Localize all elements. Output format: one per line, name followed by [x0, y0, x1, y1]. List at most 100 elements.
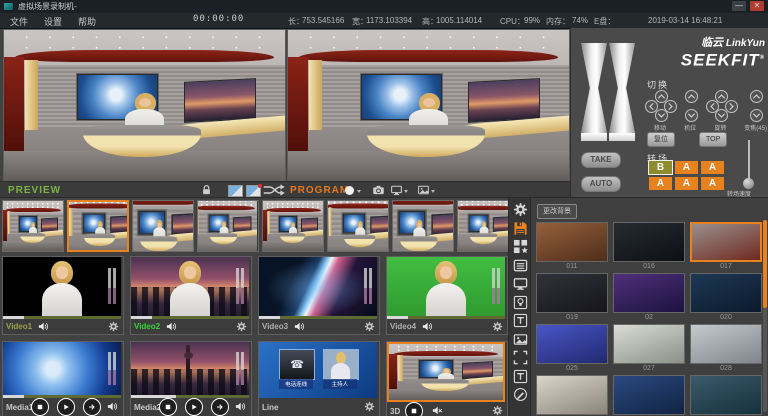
subtitle-icon[interactable] [513, 369, 528, 384]
reset-button[interactable]: 复位 [647, 132, 675, 147]
play-button[interactable] [57, 398, 75, 416]
volume-icon[interactable] [234, 401, 246, 412]
line-panel[interactable]: ☎ 电话连线 主持人 Line [258, 341, 380, 416]
program-monitor[interactable] [287, 29, 570, 182]
display-output-icon[interactable] [390, 184, 403, 196]
phone-call-box[interactable]: ☎ [279, 349, 315, 380]
settings-icon[interactable] [513, 202, 528, 217]
rotate-dpad[interactable] [706, 90, 736, 120]
host-box[interactable] [323, 349, 359, 380]
transition-tile[interactable]: A [701, 161, 724, 174]
scene-thumb[interactable]: 03 [613, 375, 685, 416]
scene-thumb[interactable]: 016 [613, 222, 685, 270]
lock-icon[interactable] [200, 184, 213, 196]
rotate-left-button[interactable] [706, 100, 719, 113]
scene-scrollbar[interactable] [763, 220, 767, 412]
image-icon[interactable] [513, 332, 528, 347]
scene-thumb-image[interactable] [536, 324, 608, 364]
camera-preset-thumb[interactable] [262, 200, 324, 252]
video3-panel[interactable]: Video3 [258, 256, 380, 335]
camera-preset-thumb[interactable] [392, 200, 454, 252]
monitor-icon[interactable] [513, 276, 528, 291]
display-dropdown-icon[interactable] [404, 190, 408, 195]
scene-thumb-image[interactable] [613, 375, 685, 415]
rotate-right-button[interactable] [725, 100, 738, 113]
transition-tile[interactable]: A [675, 161, 698, 174]
volume-icon[interactable] [421, 321, 433, 332]
scene-thumb[interactable]: 027 [613, 324, 685, 372]
stop-button[interactable] [405, 402, 423, 416]
move-left-button[interactable] [645, 100, 658, 113]
change-background-button[interactable]: 更改背景 [537, 204, 577, 219]
volume-icon[interactable] [293, 321, 305, 332]
menu-settings[interactable]: 设置 [44, 15, 62, 28]
threed-thumbnail[interactable] [387, 342, 505, 402]
camera-preset-thumb[interactable] [2, 200, 64, 252]
text-icon[interactable] [513, 313, 528, 328]
auto-button[interactable]: AUTO [581, 176, 621, 192]
zoom-in-button[interactable] [750, 90, 763, 103]
scene-group-icon[interactable] [513, 239, 528, 254]
video2-panel[interactable]: Video2 [130, 256, 252, 335]
preview-monitor[interactable] [3, 29, 286, 182]
move-dpad[interactable] [645, 90, 675, 120]
t-bar-handle-left[interactable] [581, 43, 607, 133]
zoom-dpad[interactable] [749, 90, 762, 120]
threed-panel[interactable]: 3D [386, 341, 508, 416]
scene-thumb-image[interactable] [690, 273, 762, 313]
camera-preset-thumb[interactable] [132, 200, 194, 252]
playlist-icon[interactable] [513, 258, 528, 273]
mute-icon[interactable] [431, 405, 443, 416]
scene-thumb-image[interactable] [536, 375, 608, 415]
gear-icon[interactable] [364, 321, 375, 332]
video1-panel[interactable]: Video1 [2, 256, 124, 335]
gear-icon[interactable] [364, 401, 375, 412]
scene-thumb[interactable]: 011 [536, 222, 608, 270]
image-dropdown-icon[interactable] [431, 190, 435, 195]
t-bar-handle-right[interactable] [609, 43, 635, 133]
camera-preset-thumb[interactable] [327, 200, 389, 252]
transition-tile[interactable]: A [649, 177, 672, 190]
swap-preview-program-icon[interactable] [262, 184, 286, 196]
video3-thumbnail[interactable] [259, 257, 377, 319]
gear-icon[interactable] [492, 405, 503, 416]
transition-tile[interactable]: A [701, 177, 724, 190]
next-button[interactable] [211, 398, 229, 416]
top-view-button[interactable]: TOP [699, 132, 727, 147]
minimize-button[interactable]: — [732, 1, 746, 11]
stop-button[interactable] [159, 398, 177, 416]
media1-thumbnail[interactable] [3, 342, 121, 398]
volume-icon[interactable] [165, 321, 177, 332]
move-right-button[interactable] [664, 100, 677, 113]
draw-icon[interactable] [513, 387, 528, 402]
gear-icon[interactable] [108, 321, 119, 332]
scene-thumb-image[interactable] [613, 273, 685, 313]
gear-icon[interactable] [492, 321, 503, 332]
transition-speed-knob[interactable] [743, 178, 754, 189]
video4-thumbnail[interactable] [387, 257, 505, 319]
next-button[interactable] [83, 398, 101, 416]
flip-horizontal-icon[interactable] [228, 185, 243, 197]
scene-thumb-image[interactable] [536, 222, 608, 262]
menu-file[interactable]: 文件 [10, 15, 28, 28]
scene-thumb-image[interactable] [690, 375, 762, 415]
camera-position-dpad[interactable] [684, 90, 697, 120]
camera-preset-thumb[interactable] [197, 200, 259, 252]
transition-tile[interactable]: B [649, 161, 672, 174]
line-thumbnail[interactable]: ☎ 电话连线 主持人 [259, 342, 377, 398]
scene-thumb-image[interactable] [613, 324, 685, 364]
scene-thumb[interactable]: 025 [536, 324, 608, 372]
snapshot-camera-icon[interactable] [372, 184, 385, 196]
scene-thumb[interactable]: 02 [613, 273, 685, 321]
scene-thumb-image[interactable] [690, 324, 762, 364]
camera-preset-thumb[interactable] [67, 200, 129, 252]
volume-icon[interactable] [37, 321, 49, 332]
media1-panel[interactable]: Media1 [2, 341, 124, 416]
take-button[interactable]: TAKE [581, 152, 621, 168]
scene-thumb-image[interactable] [690, 222, 762, 262]
media2-thumbnail[interactable] [131, 342, 249, 398]
scene-thumb[interactable]: 020 [690, 273, 762, 321]
play-button[interactable] [185, 398, 203, 416]
menu-help[interactable]: 帮助 [78, 15, 96, 28]
scene-thumb-image[interactable] [536, 273, 608, 313]
